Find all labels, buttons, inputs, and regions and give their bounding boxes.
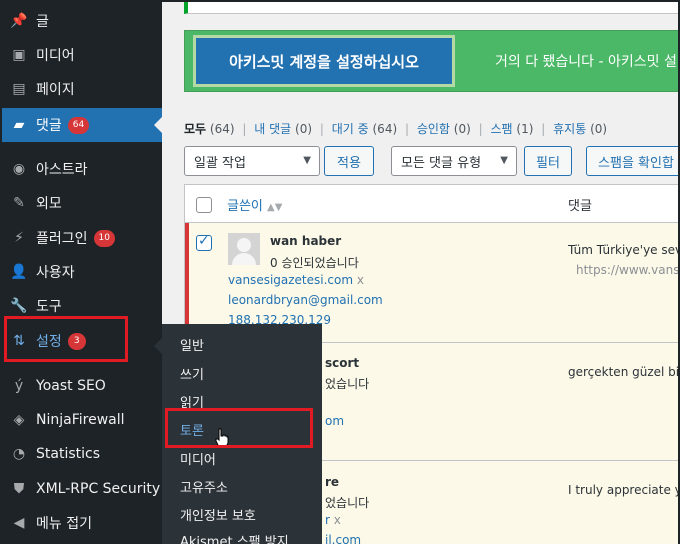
column-comment: 댓글 — [568, 199, 592, 214]
submenu-item-media[interactable]: 미디어 — [180, 449, 216, 468]
select-all-checkbox[interactable] — [196, 197, 212, 213]
author-site-link[interactable]: om — [325, 414, 344, 428]
sidebar-item-ninjafirewall[interactable]: ◈ NinjaFirewall — [2, 403, 162, 437]
filter-all[interactable]: 모두 — [184, 122, 206, 136]
filter-trash[interactable]: 휴지통 — [553, 122, 586, 136]
filter-approved[interactable]: 승인함 — [417, 122, 450, 136]
astra-icon: ◉ — [12, 161, 26, 177]
pie-chart-icon: ◔ — [12, 446, 26, 462]
collapse-icon: ◀ — [13, 515, 25, 531]
sidebar-item-pages[interactable]: ▤ 페이지 — [2, 72, 162, 106]
sidebar-item-appearance[interactable]: ✎ 외모 — [2, 186, 162, 220]
sidebar-item-users[interactable]: 👤 사용자 — [2, 255, 162, 289]
filter-button[interactable]: 필터 — [524, 146, 572, 176]
row-checkbox[interactable] — [196, 233, 212, 251]
author-email-link[interactable]: il.com — [325, 533, 361, 544]
comment-status: 었습니다 — [325, 377, 370, 391]
sidebar-item-xmlrpc-security[interactable]: ⛊ XML-RPC Security — [2, 472, 162, 506]
sidebar-item-comments[interactable]: ▰ 댓글 64 — [2, 108, 162, 142]
comment-url[interactable]: https://www.vanse — [576, 263, 678, 277]
user-icon: 👤 — [10, 264, 28, 280]
sidebar-item-astra[interactable]: ◉ 아스트라 — [2, 152, 162, 186]
sort-icon: ▲▼ — [267, 202, 283, 213]
active-menu-arrow — [154, 117, 162, 133]
comment-text: I truly appreciate yo — [568, 483, 678, 497]
highlight-settings — [4, 316, 128, 362]
comment-author[interactable]: scort — [325, 356, 359, 370]
remove-url-icon[interactable]: x — [334, 513, 341, 527]
ninja-icon: ◈ — [13, 412, 25, 428]
check-spam-button[interactable]: 스팸을 확인합 — [586, 146, 678, 176]
sidebar-item-plugins[interactable]: ⚡ 플러그인 10 — [2, 221, 162, 255]
wrench-icon: 🔧 — [10, 298, 28, 314]
column-author[interactable]: 글쓴이 ▲▼ — [227, 195, 282, 214]
media-icon: ▣ — [12, 47, 26, 63]
akismet-setup-banner: 아키스밋 계정을 설정하십시오 거의 다 됐습니다 - 아키스밋 설 — [184, 30, 678, 92]
author-site-link[interactable]: vansesigazetesi.com — [228, 273, 353, 287]
filter-spam[interactable]: 스팸 — [491, 122, 513, 136]
comment-author[interactable]: re — [325, 475, 339, 489]
comment-status: 0 승인되었습니다 — [270, 256, 359, 270]
submenu-item-writing[interactable]: 쓰기 — [180, 364, 204, 383]
akismet-setup-button[interactable]: 아키스밋 계정을 설정하십시오 — [193, 35, 455, 87]
comment-text: gerçekten güzel bir — [568, 365, 678, 379]
table-header: 글쓴이 ▲▼ 댓글 — [185, 185, 678, 223]
author-email-link[interactable]: leonardbryan@gmail.com — [228, 293, 383, 307]
pin-icon: 📌 — [10, 13, 28, 29]
avatar — [228, 233, 260, 265]
comment-icon: ▰ — [13, 117, 25, 133]
author-site-link[interactable]: r — [325, 513, 330, 527]
remove-url-icon[interactable]: x — [357, 273, 364, 287]
apply-button[interactable]: 적용 — [324, 146, 374, 176]
yoast-icon: ý — [14, 378, 24, 394]
submenu-pointer — [154, 338, 162, 354]
sidebar-collapse-menu[interactable]: ◀ 메뉴 접기 — [2, 506, 162, 540]
sidebar-item-media[interactable]: ▣ 미디어 — [2, 38, 162, 72]
shield-icon: ⛊ — [13, 481, 25, 497]
comment-status: 었습니다 — [325, 496, 370, 510]
highlight-discussion — [165, 408, 313, 448]
filter-mine[interactable]: 내 댓글 — [254, 122, 291, 136]
sidebar-item-yoast[interactable]: ý Yoast SEO — [2, 369, 162, 403]
submenu-item-general[interactable]: 일반 — [180, 335, 204, 354]
submenu-item-akismet[interactable]: Akismet 스팸 방지 — [180, 531, 289, 544]
plugins-count-badge: 10 — [93, 229, 115, 247]
chevron-down-icon: ▼ — [303, 155, 311, 166]
chevron-down-icon: ▼ — [500, 155, 508, 166]
comments-count-badge: 64 — [67, 116, 90, 134]
notice-card — [184, 2, 678, 14]
comment-type-select[interactable]: 모든 댓글 유형 ▼ — [391, 146, 517, 176]
submenu-item-privacy[interactable]: 개인정보 보호 — [180, 505, 256, 524]
banner-message: 거의 다 됐습니다 - 아키스밋 설 — [495, 54, 677, 70]
comment-author[interactable]: wan haber — [270, 234, 341, 248]
comment-text: Tüm Türkiye'ye sevk — [568, 243, 678, 257]
plugin-icon: ⚡ — [14, 230, 24, 246]
sidebar-item-posts[interactable]: 📌 글 — [2, 4, 162, 38]
bulk-action-select[interactable]: 일괄 작업 ▼ — [184, 146, 320, 176]
comment-status-filters: 모두 (64) | 내 댓글 (0) | 대기 중 (64) | 승인함 (0)… — [184, 122, 608, 136]
admin-sidebar: 📌 글 ▣ 미디어 ▤ 페이지 ▰ 댓글 64 ◉ 아스트라 ✎ 외모 ⚡ 플러… — [2, 2, 162, 544]
brush-icon: ✎ — [13, 195, 25, 211]
page-icon: ▤ — [12, 81, 26, 97]
submenu-item-permalinks[interactable]: 고유주소 — [180, 477, 228, 496]
sidebar-item-statistics[interactable]: ◔ Statistics — [2, 437, 162, 471]
filter-pending[interactable]: 대기 중 — [332, 122, 369, 136]
